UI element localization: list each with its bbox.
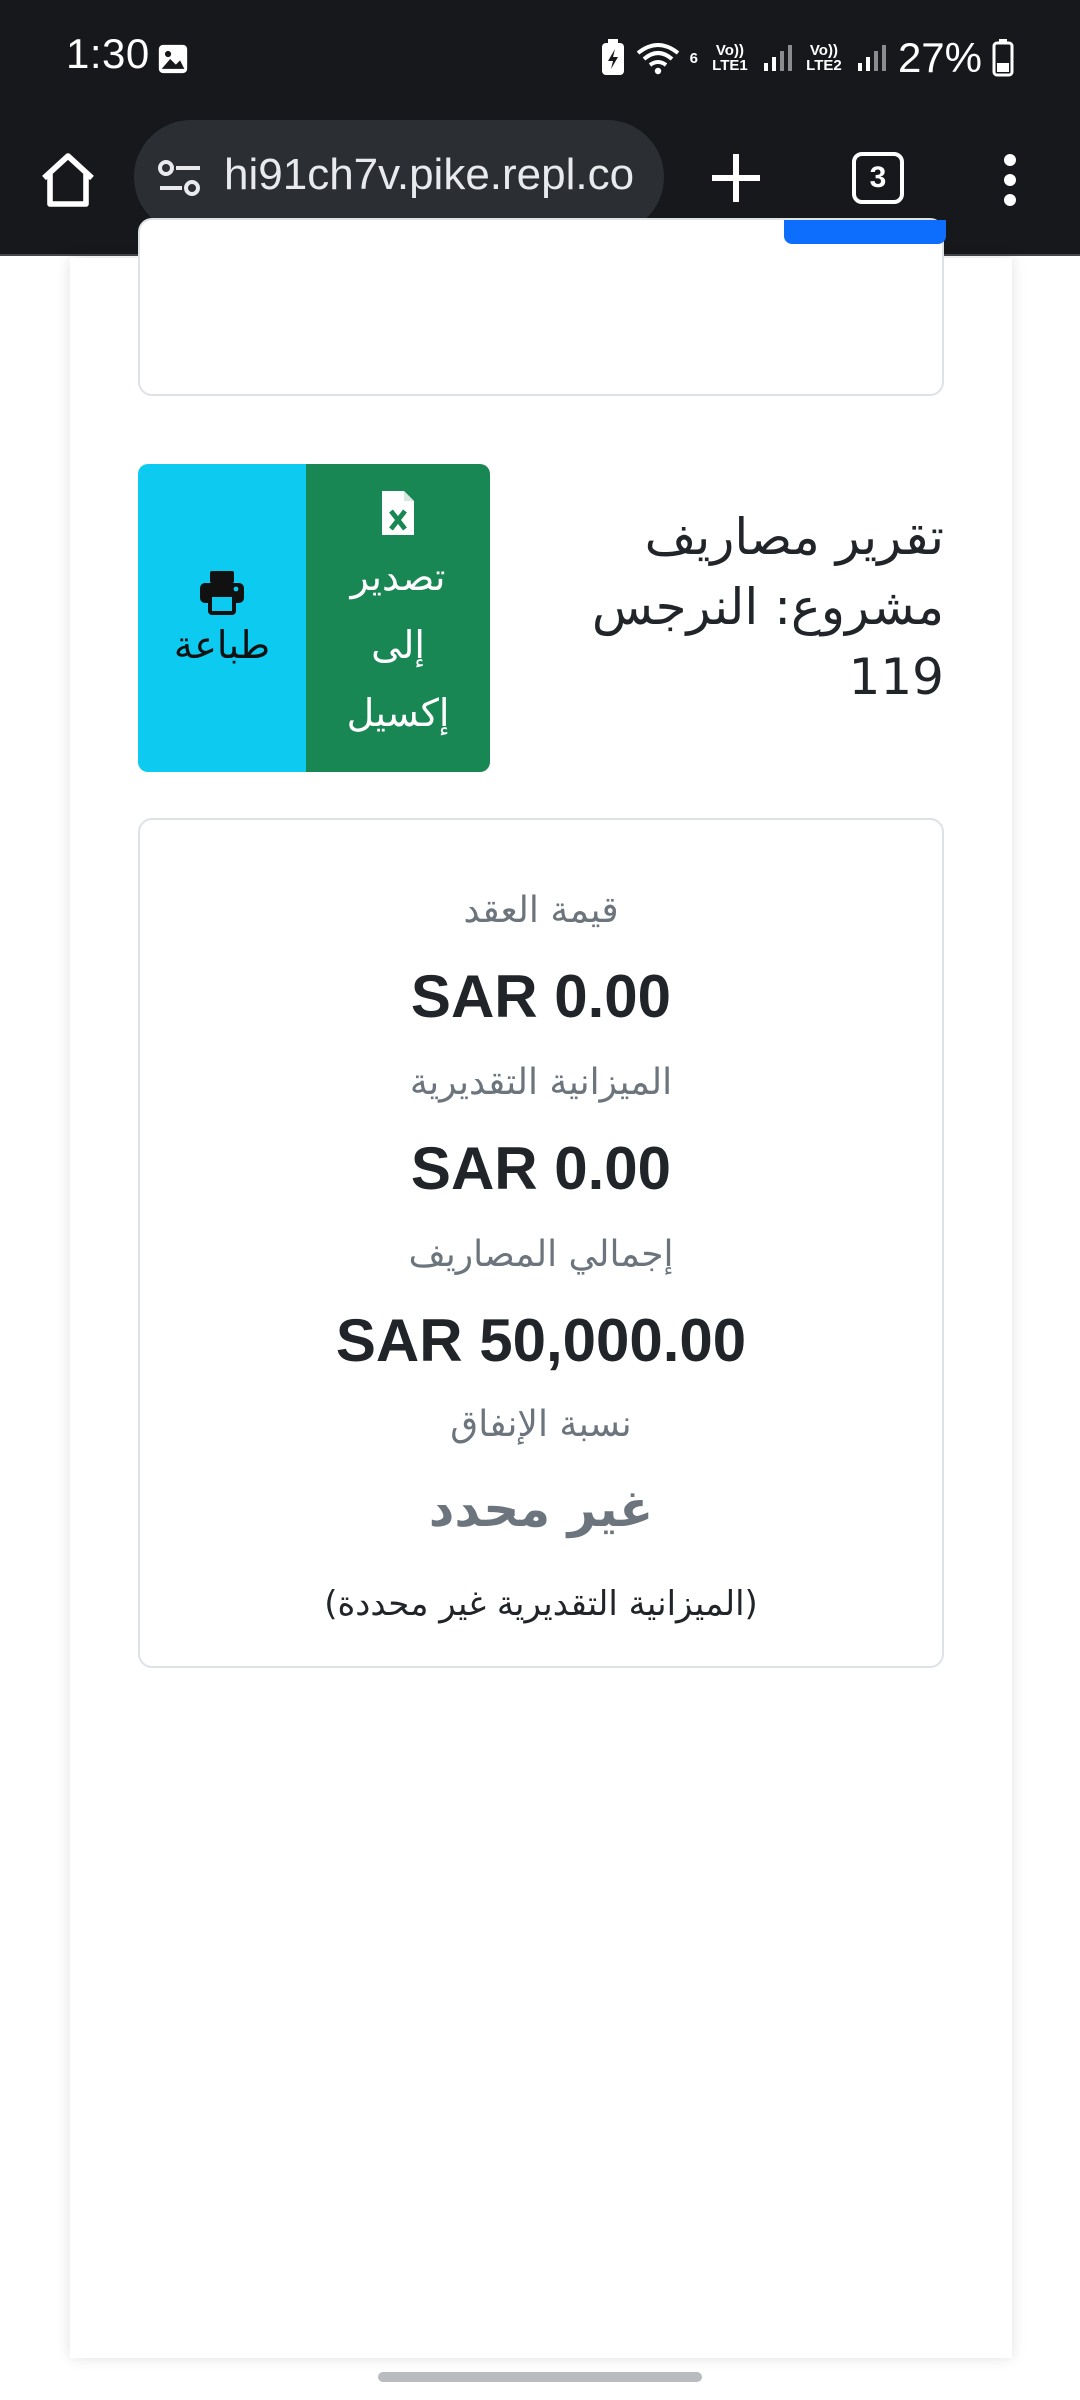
print-button[interactable]: طباعة xyxy=(138,464,306,772)
excel-label-line1: تصدير xyxy=(350,555,446,599)
gesture-navigation-bar[interactable] xyxy=(378,2372,702,2382)
report-title-line1: تقرير مصاريف xyxy=(644,508,944,566)
battery-saver-icon xyxy=(601,39,624,75)
total-expenses-value: SAR 50,000.00 xyxy=(335,1307,747,1374)
excel-label-line3: إكسيل xyxy=(346,691,450,735)
previous-card xyxy=(138,218,946,396)
export-excel-button[interactable]: تصدير إلى إكسيل xyxy=(306,464,490,772)
summary-card: قيمة العقد SAR 0.00 الميزانية التقديرية … xyxy=(138,818,944,1668)
sim1-label: Vo)) LTE1 xyxy=(712,42,748,74)
excel-file-icon xyxy=(382,491,414,535)
report-title-line3: 119 xyxy=(848,648,944,706)
excel-label: تصدير إلى إكسيل xyxy=(347,543,450,747)
report-actions: طباعة تصدير إلى إكسيل xyxy=(138,464,490,772)
battery-icon xyxy=(992,39,1014,77)
wifi-icon xyxy=(636,41,680,75)
spending-ratio-note: (الميزانية التقديرية غير محددة) xyxy=(324,1584,758,1624)
site-settings-icon[interactable] xyxy=(158,156,202,200)
status-icons: 6 Vo)) LTE1 Vo)) LTE2 27% xyxy=(600,28,1014,88)
address-bar[interactable]: hi91ch7v.pike.repl.co xyxy=(134,120,664,234)
status-time: 1:30 xyxy=(66,30,150,77)
tab-count: 3 xyxy=(869,161,887,194)
signal-bars-2-icon xyxy=(857,45,886,71)
home-icon[interactable] xyxy=(36,148,100,212)
spending-ratio-label: نسبة الإنفاق xyxy=(450,1404,632,1445)
tab-switcher-button[interactable]: 3 xyxy=(852,152,904,204)
gallery-notification-icon xyxy=(158,44,188,74)
printer-icon xyxy=(200,571,244,615)
report-title-line2: مشروع: النرجس xyxy=(591,578,944,636)
partial-primary-button[interactable] xyxy=(784,220,946,244)
more-menu-icon[interactable] xyxy=(990,148,1030,212)
sim2-label: Vo)) LTE2 xyxy=(806,42,842,74)
web-page: تقرير مصاريف مشروع: النرجس 119 طباعة تصد… xyxy=(0,218,1080,2400)
url-text[interactable]: hi91ch7v.pike.repl.co xyxy=(224,150,634,200)
contract-value-label: قيمة العقد xyxy=(463,890,619,931)
battery-percent: 27% xyxy=(897,34,982,81)
page-container: تقرير مصاريف مشروع: النرجس 119 طباعة تصد… xyxy=(70,218,1012,2358)
report-title: تقرير مصاريف مشروع: النرجس 119 xyxy=(544,502,944,712)
total-expenses-label: إجمالي المصاريف xyxy=(408,1234,674,1275)
wifi-6-label: 6 xyxy=(689,49,698,67)
estimated-budget-label: الميزانية التقديرية xyxy=(409,1062,673,1103)
signal-bars-1-icon xyxy=(763,45,792,71)
estimated-budget-value: SAR 0.00 xyxy=(410,1135,672,1202)
spending-ratio-value: غير محدد xyxy=(428,1480,654,1538)
contract-value: SAR 0.00 xyxy=(410,963,672,1030)
excel-label-line2: إلى xyxy=(371,623,425,667)
print-label: طباعة xyxy=(173,623,271,667)
status-bar: 1:30 6 Vo)) LTE1 Vo)) LTE2 27% xyxy=(0,0,1080,118)
new-tab-plus-icon[interactable] xyxy=(704,146,768,210)
